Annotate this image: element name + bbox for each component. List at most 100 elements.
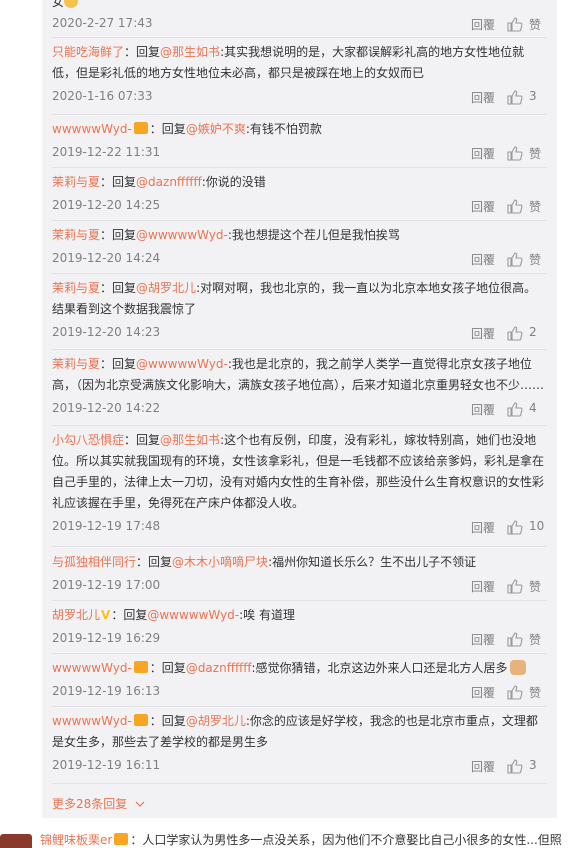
thumbs-up-icon xyxy=(507,326,523,341)
thumbs-up-icon xyxy=(507,520,523,535)
comment-date: 2019-12-20 14:25 xyxy=(52,198,161,212)
comment-date: 2019-12-20 14:24 xyxy=(52,251,161,265)
mention-link[interactable]: @daznffffff xyxy=(136,175,202,189)
reply-button[interactable]: 回覆 xyxy=(471,684,495,701)
like-button[interactable]: 赞 xyxy=(507,196,547,218)
more-replies-link[interactable]: 更多28条回复 xyxy=(52,795,145,812)
like-button[interactable]: 赞 xyxy=(507,14,547,36)
divider xyxy=(52,37,547,38)
mention-link[interactable]: @那生如书 xyxy=(160,433,220,447)
reply-prefix: 回复 xyxy=(136,433,161,447)
reply-prefix: 回复 xyxy=(112,281,137,295)
colon: ： xyxy=(149,714,162,728)
mention-link[interactable]: @wwwwwWyd- xyxy=(136,357,228,371)
reply-button[interactable]: 回覆 xyxy=(471,251,495,268)
like-button[interactable]: 2 xyxy=(507,323,547,345)
comment-text: :感觉你猜错，北京这边外来人口还是北方人居多 xyxy=(251,661,508,675)
mention-link[interactable]: @嫉妒不爽 xyxy=(186,122,246,136)
comment-user[interactable]: 与孤独相伴同行 xyxy=(52,555,136,569)
comment-text: :唉 有道理 xyxy=(239,608,295,622)
divider xyxy=(52,114,547,115)
reply-prefix: 回复 xyxy=(161,122,186,136)
thumbs-up-icon xyxy=(507,90,523,105)
reply-thread: 女 2020-2-27 17:43 回覆 赞 只能吃海鲜了：回复@那生如书:其实… xyxy=(42,0,557,818)
reply-prefix: 回复 xyxy=(148,555,173,569)
mention-link[interactable]: @胡罗北儿 xyxy=(136,281,196,295)
reply-prefix: 回复 xyxy=(112,357,137,371)
verified-v-icon: V xyxy=(101,608,111,622)
comment-date: 2020-2-27 17:43 xyxy=(52,16,153,30)
reply-button[interactable]: 回覆 xyxy=(471,325,495,342)
reply-button[interactable]: 回覆 xyxy=(471,145,495,162)
like-button[interactable]: 4 xyxy=(507,399,547,421)
chevron-down-icon xyxy=(135,797,145,811)
reply-prefix: 回复 xyxy=(136,45,161,59)
colon: ： xyxy=(100,175,113,189)
comment-date: 2019-12-19 16:29 xyxy=(52,631,161,645)
comment-text: :你说的没错 xyxy=(201,175,266,189)
reply-button[interactable]: 回覆 xyxy=(471,401,495,418)
cat-emoji-icon xyxy=(509,660,526,675)
comment-user[interactable]: 茉莉与夏 xyxy=(52,228,100,242)
comment-date: 2019-12-19 17:48 xyxy=(52,519,161,533)
like-button[interactable]: 赞 xyxy=(507,629,547,651)
colon: ： xyxy=(100,228,113,242)
comment-text: ：人口学家认为男性多一点没关系，因为他们不介意娶比自己小很多的女性...但照 xyxy=(130,833,562,847)
thumbs-up-icon xyxy=(507,759,523,774)
comment-user[interactable]: 茉莉与夏 xyxy=(52,281,100,295)
reply-button[interactable]: 回覆 xyxy=(471,89,495,106)
like-button[interactable]: 3 xyxy=(507,87,547,109)
comment-user[interactable]: 茉莉与夏 xyxy=(52,357,100,371)
like-count: 赞 xyxy=(529,253,542,267)
comment-user[interactable]: 只能吃海鲜了 xyxy=(52,45,124,59)
comment-user[interactable]: 茉莉与夏 xyxy=(52,175,100,189)
colon: ： xyxy=(124,45,137,59)
divider xyxy=(52,600,547,601)
comment-user[interactable]: wwwwwWyd- xyxy=(52,122,132,136)
like-button[interactable]: 赞 xyxy=(507,682,547,704)
reply-button[interactable]: 回覆 xyxy=(471,578,495,595)
like-button[interactable]: 赞 xyxy=(507,576,547,598)
thumbs-up-icon xyxy=(507,579,523,594)
mention-link[interactable]: @胡罗北儿 xyxy=(186,714,246,728)
comment-date: 2019-12-22 11:31 xyxy=(52,145,161,159)
mention-link[interactable]: @木木小嘀嘀尸块 xyxy=(172,555,268,569)
thumbs-up-icon xyxy=(507,146,523,161)
mention-link[interactable]: @wwwwwWyd- xyxy=(136,228,228,242)
thumbs-up-icon xyxy=(507,685,523,700)
reply-prefix: 回复 xyxy=(161,714,186,728)
mention-link[interactable]: @那生如书 xyxy=(160,45,220,59)
comment-user[interactable]: wwwwwWyd- xyxy=(52,714,132,728)
comment-date: 2019-12-20 14:23 xyxy=(52,325,161,339)
mention-link[interactable]: @daznffffff xyxy=(186,661,252,675)
reply-button[interactable]: 回覆 xyxy=(471,16,495,33)
comment-item: 与孤独相伴同行：回复@木木小嘀嘀尸块:福州你知道长乐么？生不出儿子不领证 201… xyxy=(52,552,547,598)
colon: ： xyxy=(111,608,124,622)
like-button[interactable]: 赞 xyxy=(507,143,547,165)
comment-date: 2020-1-16 07:33 xyxy=(52,89,153,103)
like-button[interactable]: 10 xyxy=(507,517,547,539)
more-replies-label: 更多28条回复 xyxy=(52,797,128,811)
comment-user[interactable]: 小勾八恐惧症 xyxy=(52,433,124,447)
reply-button[interactable]: 回覆 xyxy=(471,519,495,536)
comment-item: 茉莉与夏：回复@daznffffff:你说的没错 2019-12-20 14:2… xyxy=(52,172,547,218)
comment-user[interactable]: 锦鲤味板栗er xyxy=(40,833,112,847)
comment-user[interactable]: 胡罗北儿 xyxy=(52,608,100,622)
comment-item: 茉莉与夏：回复@wwwwwWyd-:我也是北京的，我之前学人类学一直觉得北京女孩… xyxy=(52,354,547,421)
comment-item: wwwwwWyd- ：回复@胡罗北儿:你念的应该是好学校，我念的也是北京市重点，文… xyxy=(52,711,547,778)
like-button[interactable]: 3 xyxy=(507,756,547,778)
colon: ： xyxy=(136,555,149,569)
mention-link[interactable]: @wwwwwWyd- xyxy=(147,608,239,622)
reply-button[interactable]: 回覆 xyxy=(471,631,495,648)
like-count: 10 xyxy=(529,519,545,533)
like-count: 赞 xyxy=(529,686,542,700)
member-badge-icon xyxy=(133,661,148,673)
comment-item: wwwwwWyd- ：回复@嫉妒不爽:有钱不怕罚款 2019-12-22 11:3… xyxy=(52,119,547,165)
comment-text: :有钱不怕罚款 xyxy=(245,122,322,136)
comment-partial: 女 2020-2-27 17:43 回覆 赞 xyxy=(52,0,547,36)
reply-button[interactable]: 回覆 xyxy=(471,198,495,215)
comment-user[interactable]: wwwwwWyd- xyxy=(52,661,132,675)
colon: ： xyxy=(100,281,113,295)
reply-button[interactable]: 回覆 xyxy=(471,758,495,775)
like-button[interactable]: 赞 xyxy=(507,249,547,271)
